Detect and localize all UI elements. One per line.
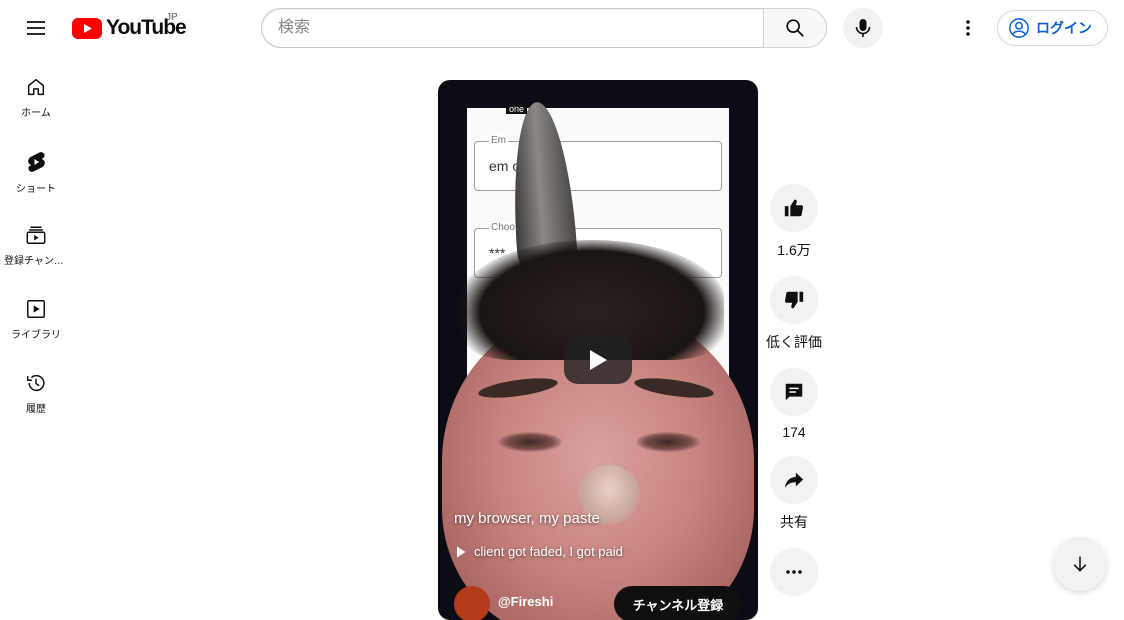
next-video-button[interactable] (1053, 537, 1107, 591)
like-button[interactable] (770, 184, 818, 232)
mini-guide: ホーム ショート 登録チャンネル ライブラリ 履歴 (0, 56, 72, 426)
like-action: 1.6万 (766, 184, 822, 260)
search-box (261, 8, 827, 48)
video-overlay-tag: one (506, 104, 528, 114)
shorts-action-bar: 1.6万 低く評価 174 共有 (766, 184, 822, 612)
sidebar-item-shorts[interactable]: ショート (0, 130, 72, 204)
channel-name[interactable]: @Fireshi (498, 594, 553, 609)
hamburger-icon (27, 21, 45, 35)
sidebar-item-label: ライブラリ (11, 330, 61, 341)
more-horizontal-icon (786, 570, 802, 574)
search-input[interactable] (261, 8, 763, 48)
share-button[interactable] (770, 456, 818, 504)
sidebar-item-label: 登録チャンネル (4, 256, 68, 267)
login-label: ログイン (1036, 20, 1092, 36)
play-button[interactable] (564, 336, 632, 384)
thumbs-up-icon (784, 199, 804, 217)
comments-button[interactable] (770, 368, 818, 416)
account-circle-icon (1009, 18, 1029, 38)
video-title[interactable]: my browser, my paste (454, 510, 600, 527)
sidebar-item-label: ホーム (21, 108, 51, 119)
share-icon (784, 472, 804, 488)
subscribe-button[interactable]: チャンネル登録 (614, 586, 742, 620)
video-email-field: Em em com (474, 135, 722, 191)
search-button[interactable] (763, 8, 827, 48)
more-vertical-icon (966, 20, 970, 36)
dislike-button[interactable] (770, 276, 818, 324)
sidebar-item-label: 履歴 (26, 404, 46, 415)
search-icon (786, 19, 804, 37)
sidebar-item-label: ショート (16, 184, 56, 195)
youtube-play-logo-icon (72, 17, 102, 39)
music-track-link[interactable]: client got faded, I got paid (456, 544, 623, 559)
library-icon (27, 300, 45, 318)
sidebar-item-history[interactable]: 履歴 (0, 352, 72, 426)
comment-count: 174 (782, 424, 806, 440)
settings-menu-button[interactable] (948, 8, 988, 48)
video-left-eye (498, 432, 562, 452)
music-track-name: client got faded, I got paid (474, 544, 623, 559)
comment-action: 174 (766, 368, 822, 440)
share-label: 共有 (780, 514, 808, 530)
more-action (766, 548, 822, 596)
share-action: 共有 (766, 456, 822, 532)
shorts-icon (28, 152, 45, 172)
comment-icon (785, 383, 803, 401)
subscriptions-icon (26, 226, 46, 244)
channel-avatar[interactable] (454, 586, 490, 620)
home-icon (27, 78, 45, 96)
login-button[interactable]: ログイン (997, 10, 1108, 46)
more-actions-button[interactable] (770, 548, 818, 596)
play-icon (590, 350, 607, 370)
voice-search-button[interactable] (843, 8, 883, 48)
dislike-action: 低く評価 (766, 276, 822, 352)
guide-menu-button[interactable] (16, 8, 56, 48)
sidebar-item-library[interactable]: ライブラリ (0, 278, 72, 352)
sidebar-item-home[interactable]: ホーム (0, 56, 72, 130)
video-password-label: Choo (489, 222, 517, 233)
top-bar: YouTube JP ログイン (0, 0, 1124, 56)
sidebar-item-subscriptions[interactable]: 登録チャンネル (0, 204, 72, 278)
microphone-icon (855, 19, 871, 37)
region-code: JP (166, 12, 178, 23)
video-right-eye (636, 432, 700, 452)
thumbs-down-icon (784, 291, 804, 309)
shorts-video-player[interactable]: Em em com Choo *** one my browser, my pa… (438, 80, 758, 620)
video-email-label: Em (489, 135, 508, 146)
history-icon (27, 375, 45, 392)
play-small-icon (457, 546, 466, 557)
arrow-down-icon (1073, 556, 1087, 572)
dislike-label: 低く評価 (766, 334, 822, 350)
like-count: 1.6万 (777, 242, 811, 258)
